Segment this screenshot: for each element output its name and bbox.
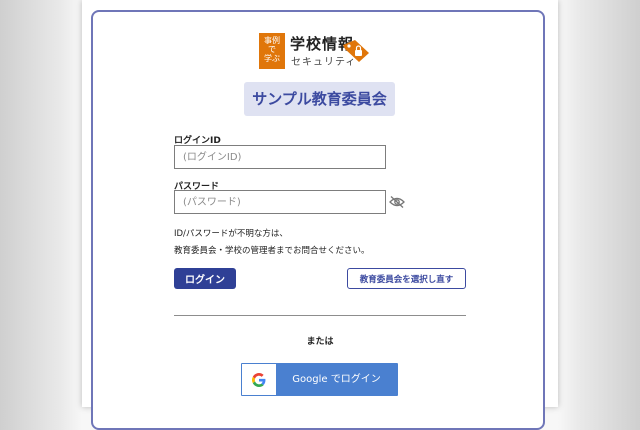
logo-badge-line2: で [268, 45, 276, 54]
help-note-line2: 教育委員会・学校の管理者までお問合せください。 [174, 246, 370, 256]
google-login-label: Google でログイン [292, 374, 381, 385]
divider [174, 315, 466, 316]
lock-tag-icon [343, 40, 369, 62]
google-login-button[interactable]: Google でログイン [241, 363, 398, 396]
password-input[interactable] [174, 190, 386, 214]
google-icon [252, 372, 266, 387]
site-logo: 事例 で 学ぶ 学校情報 セキュリティ [259, 33, 381, 69]
help-note-line1: ID/パスワードが不明な方は、 [174, 229, 288, 239]
login-button[interactable]: ログイン [174, 268, 236, 289]
help-note: ID/パスワードが不明な方は、 教育委員会・学校の管理者までお問合せください。 [174, 226, 370, 260]
logo-badge-line3: 学ぶ [264, 54, 280, 63]
logo-badge-line1: 事例 [264, 36, 280, 45]
reselect-board-button[interactable]: 教育委員会を選択し直す [347, 268, 466, 289]
eye-slash-icon[interactable] [389, 195, 405, 209]
logo-badge: 事例 で 学ぶ [259, 33, 285, 69]
google-logo-box [242, 364, 276, 395]
or-text: または [306, 337, 334, 347]
page-title: サンプル教育委員会 [244, 82, 395, 116]
login-id-input[interactable] [174, 145, 386, 169]
